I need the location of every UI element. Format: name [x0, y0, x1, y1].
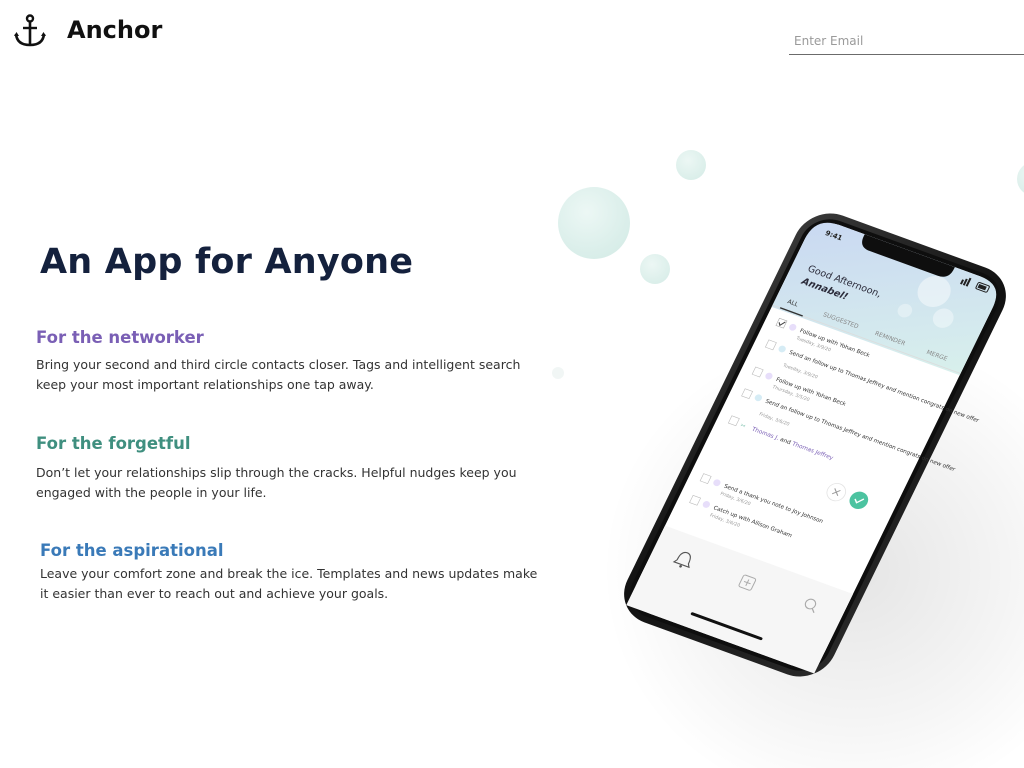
decorative-bubble — [1017, 162, 1024, 196]
decorative-bubble — [552, 367, 564, 379]
email-field-wrapper — [789, 28, 1024, 55]
feature-title-networker: For the networker — [36, 328, 204, 347]
feature-text-forgetful: Don’t let your relationships slip throug… — [36, 465, 517, 500]
feature-title-aspirational: For the aspirational — [40, 541, 224, 560]
page-title: An App for Anyone — [40, 242, 414, 282]
decorative-bubble — [676, 150, 706, 180]
feature-text-networker: Bring your second and third circle conta… — [36, 357, 521, 392]
decorative-bubble — [558, 187, 630, 259]
feature-text-aspirational: Leave your comfort zone and break the ic… — [40, 566, 538, 601]
phone-mockup: 9:41 Good Afternoon, Annabel! ALL SUGGES… — [624, 213, 1006, 677]
feature-title-forgetful: For the forgetful — [36, 434, 191, 453]
brand-name[interactable]: Anchor — [67, 16, 162, 44]
logo[interactable] — [14, 14, 46, 48]
anchor-icon — [14, 14, 46, 47]
email-input[interactable] — [789, 28, 1024, 54]
